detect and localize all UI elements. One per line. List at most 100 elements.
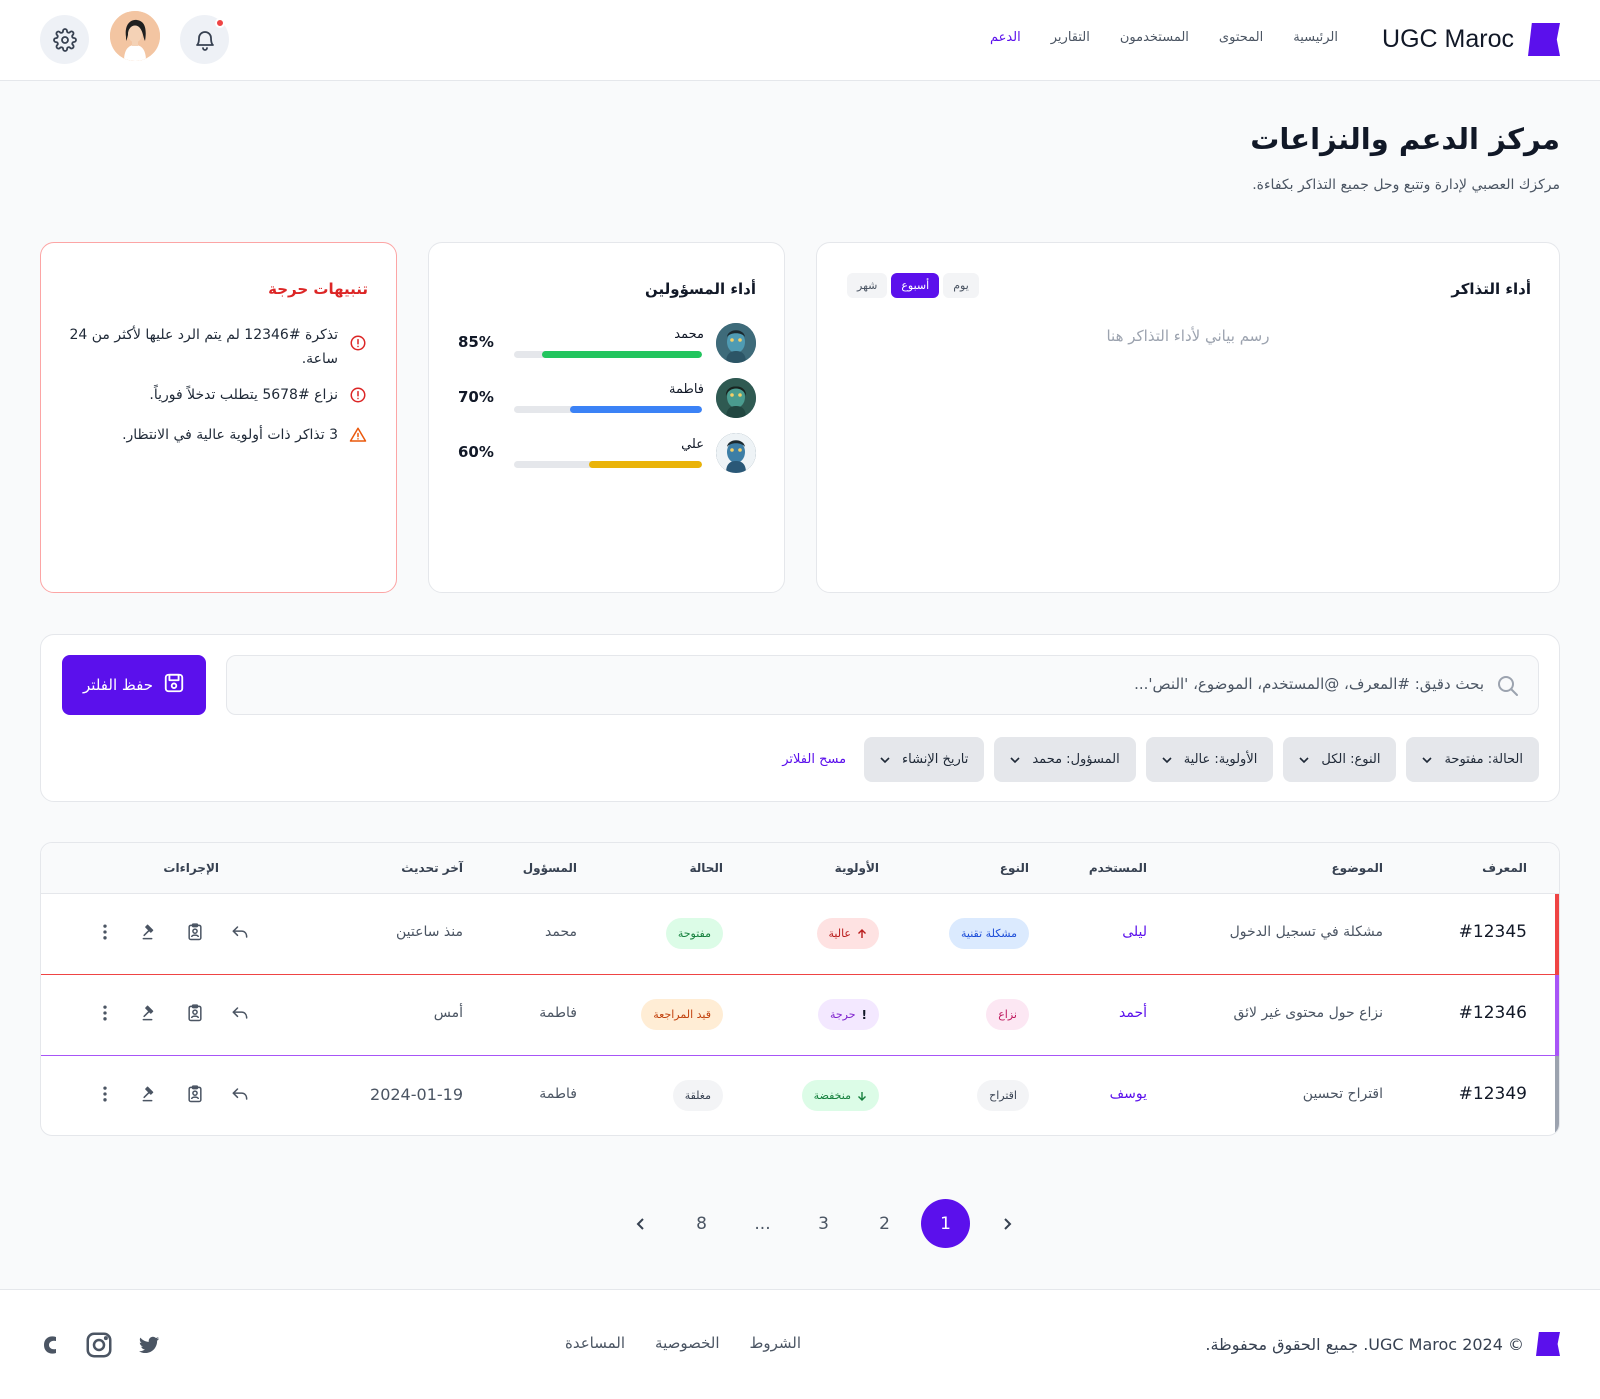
user-avatar[interactable]	[110, 11, 160, 61]
save-filter-label: حفظ الفلتر	[83, 676, 153, 694]
gavel-icon[interactable]	[138, 1001, 162, 1025]
chart-placeholder: رسم بياني لأداء التذاكر هنا	[1106, 327, 1270, 345]
priority-badge: عالية	[816, 918, 879, 949]
ticket-user[interactable]: أحمد	[1119, 1005, 1147, 1021]
col-actions: الإجراءات	[163, 861, 219, 875]
reply-icon[interactable]	[228, 920, 252, 944]
bell-icon	[195, 30, 214, 51]
facebook-icon[interactable]	[40, 1333, 62, 1361]
footer-link-help[interactable]: المساعدة	[565, 1334, 625, 1352]
col-status: الحالة	[689, 861, 723, 875]
settings-button[interactable]	[40, 15, 89, 64]
page-button[interactable]: 8	[677, 1199, 726, 1248]
page-button[interactable]: 1	[921, 1199, 970, 1248]
brand-logo[interactable]: UGC Maroc	[1382, 23, 1560, 56]
agent-avatar	[716, 323, 756, 363]
range-week[interactable]: أسبوع	[891, 273, 940, 298]
twitter-icon[interactable]	[136, 1333, 162, 1361]
agent-row: محمد 85%	[456, 323, 756, 365]
next-page-button[interactable]	[982, 1199, 1031, 1248]
agent-row: علي 60%	[456, 433, 756, 475]
avatar-image	[110, 11, 160, 61]
agent-name: فاطمة	[668, 382, 704, 397]
ticket-id[interactable]: #12345	[1459, 922, 1527, 942]
clear-filters-link[interactable]: مسح الفلاتر	[782, 752, 846, 767]
footer-link-terms[interactable]: الشروط	[750, 1334, 802, 1352]
nav-users[interactable]: المستخدمون	[1120, 30, 1189, 45]
agent-percent: 60%	[458, 443, 494, 461]
nav-content[interactable]: المحتوى	[1219, 30, 1263, 45]
type-badge: مشكلة تقنية	[949, 918, 1029, 949]
filter-priority[interactable]: الأولوية: عالية	[1145, 737, 1274, 782]
ticket-assignee: فاطمة	[539, 1086, 577, 1102]
agent-percent: 70%	[458, 388, 494, 406]
row-actions	[93, 1082, 252, 1106]
alert-item[interactable]: نزاع #5678 يتطلب تدخلاً فورياً.	[68, 383, 368, 407]
gavel-icon[interactable]	[138, 920, 162, 944]
filter-status[interactable]: الحالة: مفتوحة	[1406, 737, 1539, 782]
agent-percent: 85%	[458, 333, 494, 351]
tickets-table: المعرف الموضوع المستخدم النوع الأولوية ا…	[40, 842, 1560, 1136]
critical-alerts-title: تنبيهات حرجة	[268, 280, 368, 298]
alert-item[interactable]: 3 تذاكر ذات أولوية عالية في الانتظار.	[68, 423, 368, 447]
nav-reports[interactable]: التقارير	[1051, 30, 1090, 45]
col-type: النوع	[999, 861, 1029, 875]
filter-type[interactable]: النوع: الكل	[1283, 737, 1397, 782]
brand-mark-icon	[1536, 1332, 1560, 1356]
filter-created-date[interactable]: تاريخ الإنشاء	[864, 737, 985, 782]
type-badge: اقتراح	[977, 1080, 1029, 1111]
agents-performance-card: أداء المسؤولين محمد 85% فاطمة 70% علي 60…	[428, 242, 785, 593]
footer-links: الشروط الخصوصية المساعدة	[565, 1334, 801, 1352]
page-button[interactable]: 2	[860, 1199, 909, 1248]
col-assignee: المسؤول	[522, 861, 577, 875]
table-row[interactable]: #12345 مشكلة في تسجيل الدخول ليلى مشكلة …	[41, 894, 1559, 975]
row-accent	[1555, 1056, 1559, 1135]
page-title: مركز الدعم والنزاعات	[1250, 122, 1560, 156]
chevron-right-icon	[1003, 1217, 1011, 1230]
ticket-id[interactable]: #12346	[1459, 1003, 1527, 1023]
page-footer: © 2024 UGC Maroc. جميع الحقوق محفوظة. ال…	[0, 1289, 1600, 1399]
table-row[interactable]: #12349 اقتراح تحسين يوسف اقتراح منخفضة م…	[41, 1056, 1559, 1135]
top-header: UGC Maroc الرئيسية المحتوى المستخدمون ال…	[0, 0, 1600, 81]
ticket-updated: 2024-01-19	[370, 1085, 463, 1104]
instagram-icon[interactable]	[84, 1330, 114, 1364]
alert-item[interactable]: تذكرة #12346 لم يتم الرد عليها لأكثر من …	[68, 323, 368, 371]
assign-clipboard-icon[interactable]	[183, 1082, 207, 1106]
alert-text: تذكرة #12346 لم يتم الرد عليها لأكثر من …	[69, 327, 338, 367]
more-vertical-icon[interactable]	[93, 1001, 117, 1025]
ticket-user[interactable]: ليلى	[1122, 924, 1147, 940]
page-button[interactable]: 3	[799, 1199, 848, 1248]
alert-text: 3 تذاكر ذات أولوية عالية في الانتظار.	[122, 427, 338, 443]
reply-icon[interactable]	[228, 1001, 252, 1025]
search-input[interactable]: بحث دقيق: #المعرف، @المستخدم، الموضوع، '…	[226, 655, 1539, 715]
range-month[interactable]: شهر	[847, 273, 888, 298]
gavel-icon[interactable]	[138, 1082, 162, 1106]
main-nav: الرئيسية المحتوى المستخدمون التقارير الد…	[990, 30, 1338, 45]
assign-clipboard-icon[interactable]	[183, 920, 207, 944]
exclamation-icon: !	[861, 1007, 867, 1022]
floppy-disk-icon	[163, 672, 185, 698]
filter-assignee[interactable]: المسؤول: محمد	[994, 737, 1136, 782]
warning-triangle-icon	[348, 425, 368, 445]
page-ellipsis: ...	[754, 1213, 771, 1234]
table-header: المعرف الموضوع المستخدم النوع الأولوية ا…	[41, 843, 1559, 894]
ticket-id[interactable]: #12349	[1459, 1084, 1527, 1104]
notifications-button[interactable]	[180, 15, 229, 64]
save-filter-button[interactable]: حفظ الفلتر	[62, 655, 206, 715]
more-vertical-icon[interactable]	[93, 1082, 117, 1106]
nav-support[interactable]: الدعم	[990, 30, 1021, 45]
assign-clipboard-icon[interactable]	[183, 1001, 207, 1025]
row-accent	[1555, 894, 1559, 974]
arrow-down-icon	[858, 1091, 866, 1101]
more-vertical-icon[interactable]	[93, 920, 117, 944]
arrow-up-icon	[858, 928, 866, 938]
prev-page-button[interactable]	[616, 1199, 665, 1248]
range-day[interactable]: يوم	[943, 273, 979, 298]
agent-name: محمد	[674, 327, 704, 342]
nav-home[interactable]: الرئيسية	[1293, 30, 1338, 45]
footer-link-privacy[interactable]: الخصوصية	[655, 1334, 719, 1352]
reply-icon[interactable]	[228, 1082, 252, 1106]
ticket-user[interactable]: يوسف	[1110, 1086, 1147, 1102]
pagination: 1 2 3 ... 8	[616, 1199, 1031, 1248]
table-row[interactable]: #12346 نزاع حول محتوى غير لائق أحمد نزاع…	[41, 975, 1559, 1056]
